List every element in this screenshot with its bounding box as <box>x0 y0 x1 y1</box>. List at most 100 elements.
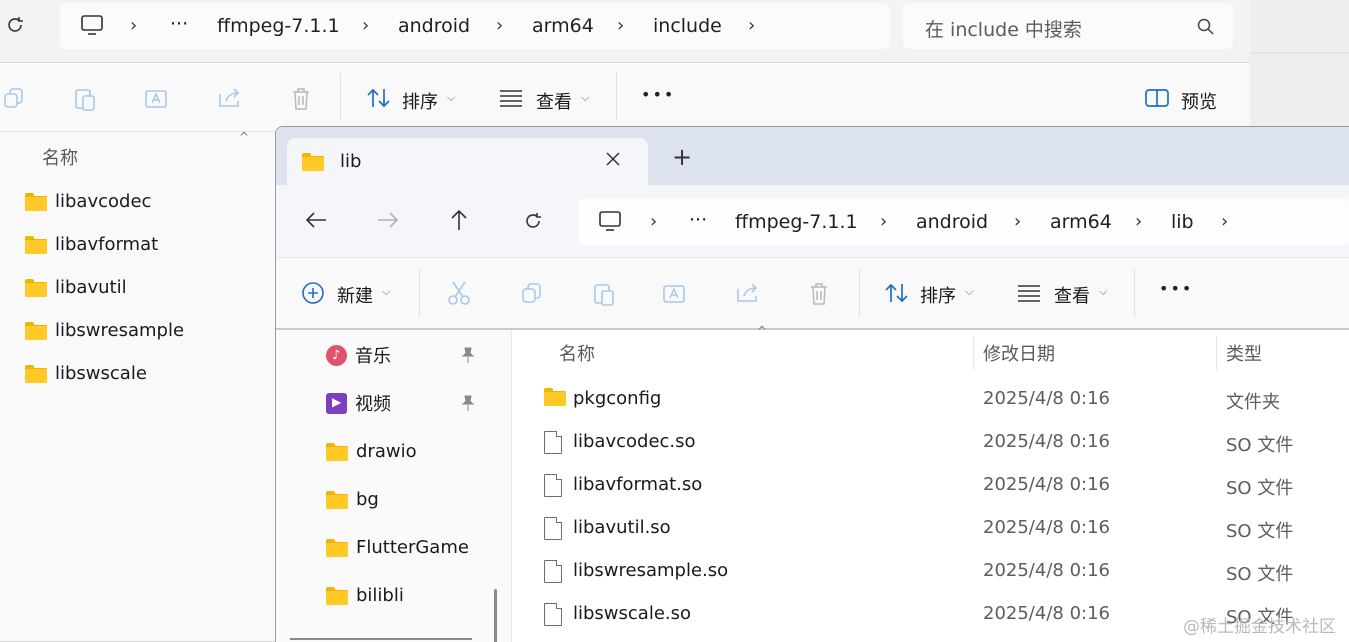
tab-lib[interactable]: lib <box>287 138 648 185</box>
new-tab-button[interactable]: + <box>672 145 692 169</box>
nav-item-videos[interactable]: ▶ 视频 <box>326 388 391 418</box>
file-name: libavformat.so <box>573 474 703 495</box>
nav-item-bilibli[interactable]: bilibli <box>326 580 404 610</box>
refresh-icon[interactable] <box>4 14 26 36</box>
chevron-down-icon[interactable]: ⌵ <box>965 285 973 299</box>
view-icon[interactable] <box>499 89 523 107</box>
delete-icon[interactable] <box>807 281 831 307</box>
breadcrumb-more[interactable]: ··· <box>689 209 707 231</box>
search-box[interactable]: 在 include 中搜索 <box>903 3 1233 49</box>
sort-icon[interactable] <box>366 87 392 109</box>
back-arrow-icon[interactable] <box>305 211 327 229</box>
paste-icon[interactable] <box>592 281 616 307</box>
column-header-name[interactable]: 名称 <box>559 340 595 366</box>
up-arrow-icon[interactable] <box>450 209 468 231</box>
chevron-right-icon[interactable]: › <box>496 15 503 36</box>
file-date: 2025/4/8 0:16 <box>983 431 1110 452</box>
item-label: libswresample <box>55 319 185 341</box>
list-item[interactable]: libavformat <box>25 229 158 259</box>
breadcrumb-item[interactable]: arm64 <box>532 15 594 37</box>
search-icon[interactable] <box>1196 17 1216 37</box>
chevron-right-icon[interactable]: › <box>1014 211 1021 232</box>
breadcrumb-item[interactable]: arm64 <box>1050 211 1112 233</box>
chevron-down-icon[interactable]: ⌵ <box>447 91 455 105</box>
rename-icon[interactable] <box>662 281 688 307</box>
share-icon[interactable] <box>217 86 243 110</box>
chevron-right-icon[interactable]: › <box>1135 211 1142 232</box>
column-header-date[interactable]: 修改日期 <box>983 340 1055 366</box>
nav-item-label: 音乐 <box>355 346 391 367</box>
sort-button-label[interactable]: 排序 <box>920 282 956 308</box>
table-row[interactable]: libavcodec.so 2025/4/8 0:16 SO 文件 <box>512 423 1349 463</box>
sort-button-label[interactable]: 排序 <box>402 88 438 114</box>
preview-pane-icon[interactable] <box>1145 88 1171 108</box>
chevron-down-icon[interactable]: ⌵ <box>581 91 589 105</box>
table-row[interactable]: libswresample.so 2025/4/8 0:16 SO 文件 <box>512 552 1349 592</box>
chevron-right-icon[interactable]: › <box>362 15 369 36</box>
file-name: libswresample.so <box>573 560 729 581</box>
chevron-right-icon[interactable]: › <box>130 15 137 36</box>
chevron-right-icon[interactable]: › <box>1221 211 1228 232</box>
list-item[interactable]: libavutil <box>25 272 127 302</box>
table-row[interactable]: libavformat.so 2025/4/8 0:16 SO 文件 <box>512 466 1349 506</box>
pin-icon[interactable] <box>460 394 476 412</box>
nav-item-fluttergame[interactable]: FlutterGame <box>326 532 469 562</box>
copy-icon[interactable] <box>520 281 544 305</box>
breadcrumb-item[interactable]: android <box>398 15 470 37</box>
paste-icon[interactable] <box>73 86 97 112</box>
breadcrumb-item[interactable]: ffmpeg-7.1.1 <box>217 15 340 37</box>
table-row[interactable]: pkgconfig 2025/4/8 0:16 文件夹 <box>512 380 1349 420</box>
breadcrumb-item[interactable]: android <box>916 211 988 233</box>
nav-item-drawio[interactable]: drawio <box>326 436 417 466</box>
breadcrumb-item[interactable]: ffmpeg-7.1.1 <box>735 211 858 233</box>
back-address-bar[interactable]: › ··· ffmpeg-7.1.1 › android › arm64 › i… <box>60 3 890 49</box>
share-icon[interactable] <box>735 281 761 305</box>
view-button-label[interactable]: 查看 <box>1054 282 1090 308</box>
view-icon[interactable] <box>1017 284 1041 302</box>
column-header-type[interactable]: 类型 <box>1226 340 1262 366</box>
sort-icon[interactable] <box>884 282 910 304</box>
nav-item-label: drawio <box>356 440 417 462</box>
nav-item-bg[interactable]: bg <box>326 484 379 514</box>
rename-icon[interactable] <box>144 86 170 112</box>
list-item[interactable]: libswresample <box>25 315 184 345</box>
this-pc-icon <box>598 210 622 232</box>
chevron-right-icon[interactable]: › <box>650 211 657 232</box>
more-options-button[interactable]: ••• <box>1159 279 1193 298</box>
folder-icon <box>25 192 47 211</box>
list-item[interactable]: libswscale <box>25 358 147 388</box>
breadcrumb-more[interactable]: ··· <box>170 13 188 35</box>
column-divider[interactable] <box>973 336 974 370</box>
nav-item-music[interactable]: ♪ 音乐 <box>326 340 391 370</box>
forward-arrow-icon[interactable] <box>377 211 399 229</box>
more-options-button[interactable]: ••• <box>641 85 675 104</box>
breadcrumb-item[interactable]: include <box>653 15 722 37</box>
column-divider[interactable] <box>1216 336 1217 370</box>
copy-icon[interactable] <box>2 86 26 110</box>
table-row[interactable]: libavutil.so 2025/4/8 0:16 SO 文件 <box>512 509 1349 549</box>
new-plus-icon[interactable] <box>301 281 325 305</box>
new-button-label[interactable]: 新建 <box>337 282 373 308</box>
breadcrumb-item[interactable]: lib <box>1171 211 1194 233</box>
pin-icon[interactable] <box>460 346 476 364</box>
chevron-right-icon[interactable]: › <box>617 15 624 36</box>
chevron-right-icon[interactable]: › <box>880 211 887 232</box>
view-button-label[interactable]: 查看 <box>536 88 572 114</box>
file-icon <box>544 560 562 583</box>
list-item[interactable]: libavcodec <box>25 186 151 216</box>
delete-icon[interactable] <box>289 86 313 112</box>
item-label: libavformat <box>55 233 159 255</box>
column-header-name[interactable]: 名称 <box>42 144 78 170</box>
horizontal-scrollbar[interactable] <box>290 638 472 640</box>
file-name: pkgconfig <box>573 388 662 409</box>
nav-scrollbar-thumb[interactable] <box>494 589 497 642</box>
front-explorer-window: lib + › ··· ffmpeg-7.1.1 › android › arm… <box>275 126 1349 642</box>
chevron-down-icon[interactable]: ⌵ <box>382 285 390 299</box>
chevron-right-icon[interactable]: › <box>748 15 755 36</box>
preview-button-label[interactable]: 预览 <box>1181 88 1217 114</box>
front-address-bar[interactable]: › ··· ffmpeg-7.1.1 › android › arm64 › l… <box>578 199 1349 245</box>
chevron-down-icon[interactable]: ⌵ <box>1099 285 1107 299</box>
cut-icon[interactable] <box>447 280 471 306</box>
refresh-icon[interactable] <box>522 210 544 232</box>
close-icon[interactable] <box>605 151 621 167</box>
